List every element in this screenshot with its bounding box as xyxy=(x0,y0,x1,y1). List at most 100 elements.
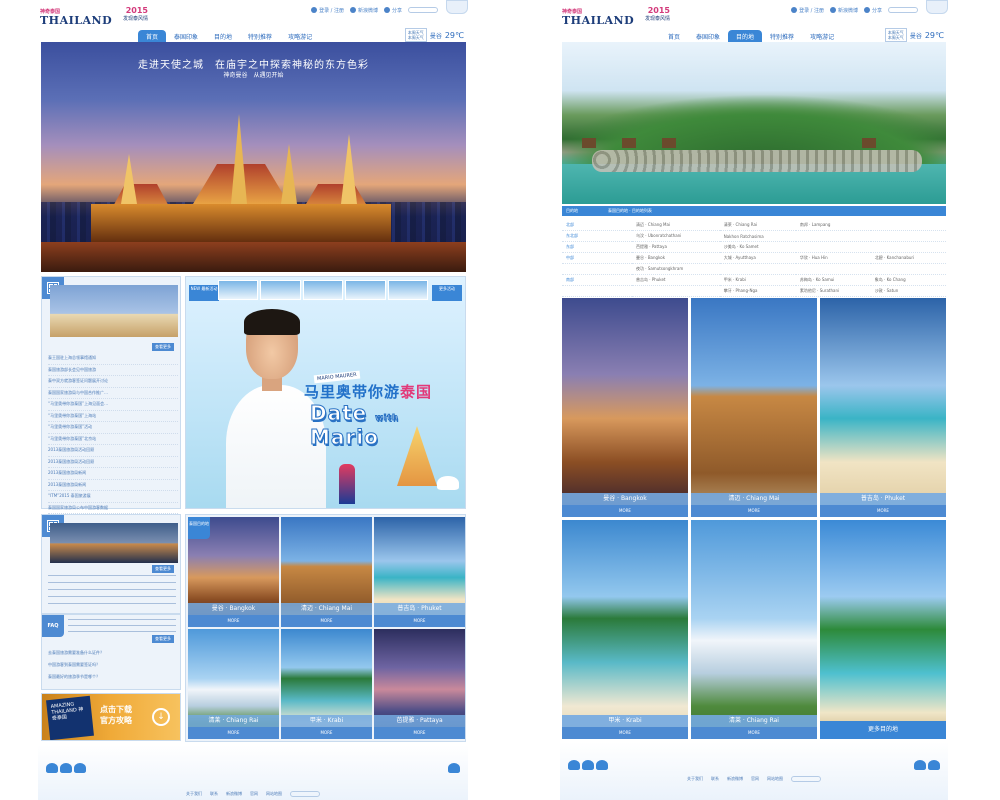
region-city-link[interactable]: 南邦 · Lampang xyxy=(795,220,871,231)
destination-card[interactable]: 清迈 · Chiang Mai MORE xyxy=(281,517,372,627)
region-city-link[interactable]: 攀牙 · Phang-Nga xyxy=(719,285,796,297)
event-thumbnail[interactable] xyxy=(302,280,344,300)
event-thumbnail[interactable] xyxy=(260,280,301,300)
amazing-thailand-logo[interactable]: 神奇泰国 THAILAND xyxy=(562,8,634,38)
region-city-link[interactable]: 普吉岛 · Phuket xyxy=(632,274,720,286)
footer-link[interactable]: 网站地图 xyxy=(266,791,282,797)
news-item[interactable]: 泰国国家旅游局与中国合作推广… xyxy=(48,388,178,399)
destination-more-button[interactable]: MORE xyxy=(562,505,688,517)
news-item[interactable]: 泰国国家旅游局公布中国游客数据 xyxy=(48,503,178,514)
news-item[interactable]: 泰国旅游部长会见中国旅游 xyxy=(48,365,178,376)
corner-promo-badge[interactable] xyxy=(446,0,468,14)
footer-search-input[interactable] xyxy=(290,791,320,797)
login-link[interactable]: 登录 / 注册 xyxy=(791,7,824,14)
event-thumbnail[interactable] xyxy=(218,280,259,300)
weibo-link[interactable]: 新浪微博 xyxy=(349,7,378,14)
region-city-link[interactable]: 大城 · Ayutthaya xyxy=(719,252,796,264)
amazing-thailand-logo[interactable]: 神奇泰国 THAILAND xyxy=(40,8,112,38)
region-city-link[interactable]: 北碧 · Kanchanaburi xyxy=(870,252,946,264)
weibo-link[interactable]: 新浪微博 xyxy=(829,7,858,14)
destination-more-button[interactable]: MORE xyxy=(820,505,946,517)
corner-promo-badge[interactable] xyxy=(926,0,948,14)
region-city-link[interactable]: 夜功 · Samutsongkhram xyxy=(632,263,720,275)
faq-tab[interactable]: FAQ xyxy=(42,615,64,637)
region-city-link[interactable]: 苏梅岛 · Ko Samui xyxy=(795,274,871,286)
breadcrumb-item[interactable]: 目的地 xyxy=(566,206,578,216)
faq-item[interactable]: 去泰国旅游需要准备什么证件？ xyxy=(48,647,178,659)
destination-card[interactable]: 甲米 · Krabi MORE xyxy=(281,629,372,739)
region-city-link[interactable]: 清莱 · Chiang Rai xyxy=(719,220,796,231)
region-city-link[interactable]: 象岛 · Ko Chang xyxy=(870,274,946,286)
hero-banner[interactable]: 走进天使之城 在庙宇之中探索神秘的东方色彩 神奇曼谷 从遇见开始 xyxy=(41,42,466,272)
news-item[interactable]: 2013泰国旅游局活动回顾 xyxy=(48,457,178,468)
news-more-button[interactable]: 查看更多 xyxy=(152,343,174,351)
search-input[interactable] xyxy=(888,7,918,13)
news-item[interactable]: 2013泰国旅游局新闻 xyxy=(48,480,178,491)
footer-link[interactable]: 联系 xyxy=(711,776,719,782)
destination-card[interactable]: 普吉岛 · Phuket MORE xyxy=(374,517,465,627)
destination-more-button[interactable]: MORE xyxy=(374,615,465,627)
destination-card[interactable]: 清莱 · Chiang Rai MORE xyxy=(691,520,817,739)
destination-card[interactable]: 甲米 · Krabi MORE xyxy=(562,520,688,739)
destination-more-button[interactable]: MORE xyxy=(562,727,688,739)
destination-card[interactable]: 更多目的地 xyxy=(820,520,946,739)
footer-link[interactable]: 联系 xyxy=(210,791,218,797)
destination-card[interactable]: 普吉岛 · Phuket MORE xyxy=(820,298,946,517)
region-city-link[interactable]: 清迈 · Chiang Mai xyxy=(632,220,720,231)
region-city-link[interactable]: 甲米 · Krabi xyxy=(719,274,796,286)
destination-more-button[interactable]: MORE xyxy=(188,615,279,627)
share-link[interactable]: 分享 xyxy=(863,7,882,14)
news-item[interactable]: 2013泰国旅游局活动回顾 xyxy=(48,445,178,457)
download-icon[interactable]: ↓ xyxy=(152,708,170,726)
more-events-badge[interactable]: 更多活动 xyxy=(432,285,462,301)
event-thumbnail[interactable] xyxy=(345,280,386,300)
destination-more-button[interactable]: MORE xyxy=(691,505,817,517)
destination-more-button[interactable]: MORE xyxy=(281,727,372,739)
news-item[interactable]: “马里奥带你游泰国”上海站 xyxy=(48,411,178,422)
mario-promo-banner[interactable]: NEW 最新活动 更多活动 MARIO MAURER 马里奥带你游泰国 Date… xyxy=(185,276,466,509)
info-more-button[interactable]: 查看更多 xyxy=(152,565,174,573)
destination-card[interactable]: 清迈 · Chiang Mai MORE xyxy=(691,298,817,517)
new-events-badge[interactable]: NEW 最新活动 xyxy=(189,285,219,301)
footer-link[interactable]: 新浪微博 xyxy=(727,776,743,782)
share-link[interactable]: 分享 xyxy=(383,7,402,14)
destination-more-button[interactable]: MORE xyxy=(691,727,817,739)
destination-card[interactable]: 曼谷 · Bangkok MORE xyxy=(562,298,688,517)
destination-more-button[interactable]: MORE xyxy=(374,727,465,739)
region-city-link[interactable]: 华欣 · Hua Hin xyxy=(795,252,871,264)
destination-card[interactable]: 清莱 · Chiang Rai MORE xyxy=(188,629,279,739)
breadcrumb-item[interactable]: 泰国目的地 · 目的地列表 xyxy=(608,206,652,216)
destination-more-button[interactable]: MORE xyxy=(281,615,372,627)
island-hero-banner[interactable] xyxy=(562,42,946,204)
news-item[interactable]: 泰中双方就游客签证问题展开讨论 xyxy=(48,376,178,388)
region-city-link[interactable]: Nakhon Ratchasima xyxy=(719,230,796,242)
footer-link[interactable]: 网站地图 xyxy=(767,776,783,782)
footer-link[interactable]: 官网 xyxy=(250,791,258,797)
news-item[interactable]: “马里奥带你游泰国”活动 xyxy=(48,422,178,434)
event-thumbnail[interactable] xyxy=(387,280,429,300)
footer-link[interactable]: 官网 xyxy=(751,776,759,782)
more-destinations-button[interactable]: 更多目的地 xyxy=(820,721,946,739)
palace-thumbnail[interactable] xyxy=(50,285,178,337)
region-city-link[interactable]: 素叻他尼 · Surathani xyxy=(795,285,871,297)
news-item[interactable]: “ITM”2015 泰国旅游展 xyxy=(48,491,178,503)
region-city-link[interactable]: 乌汶 · Ubonratchathani xyxy=(632,230,720,242)
news-item[interactable]: “马里奥带你游泰国”北京站 xyxy=(48,434,178,445)
footer-search-input[interactable] xyxy=(791,776,821,782)
footer-link[interactable]: 关于我们 xyxy=(186,791,202,797)
login-link[interactable]: 登录 / 注册 xyxy=(311,7,344,14)
download-guide-banner[interactable]: AMAZING THAILAND 神奇泰国 点击下载 官方攻略 ↓ xyxy=(41,693,181,741)
footer-link[interactable]: 关于我们 xyxy=(687,776,703,782)
news-item[interactable]: “马里奥带你游泰国”上海见面会… xyxy=(48,399,178,411)
destination-more-button[interactable]: MORE xyxy=(188,727,279,739)
search-input[interactable] xyxy=(408,7,438,13)
news-item[interactable]: 泰王国驻上海总领事馆通知 xyxy=(48,353,178,365)
faq-item[interactable]: 泰国最好的旅游季节是哪个？ xyxy=(48,671,178,683)
city-night-thumbnail[interactable] xyxy=(50,523,178,563)
destination-card[interactable]: 芭提雅 · Pattaya MORE xyxy=(374,629,465,739)
news-item[interactable]: 2013泰国旅游局新闻 xyxy=(48,468,178,480)
region-city-link[interactable]: 芭提雅 · Pattaya xyxy=(632,241,720,253)
faq-more-button[interactable]: 查看更多 xyxy=(152,635,174,643)
region-city-link[interactable]: 沙美岛 · Ko Samet xyxy=(719,241,796,253)
footer-link[interactable]: 新浪微博 xyxy=(226,791,242,797)
